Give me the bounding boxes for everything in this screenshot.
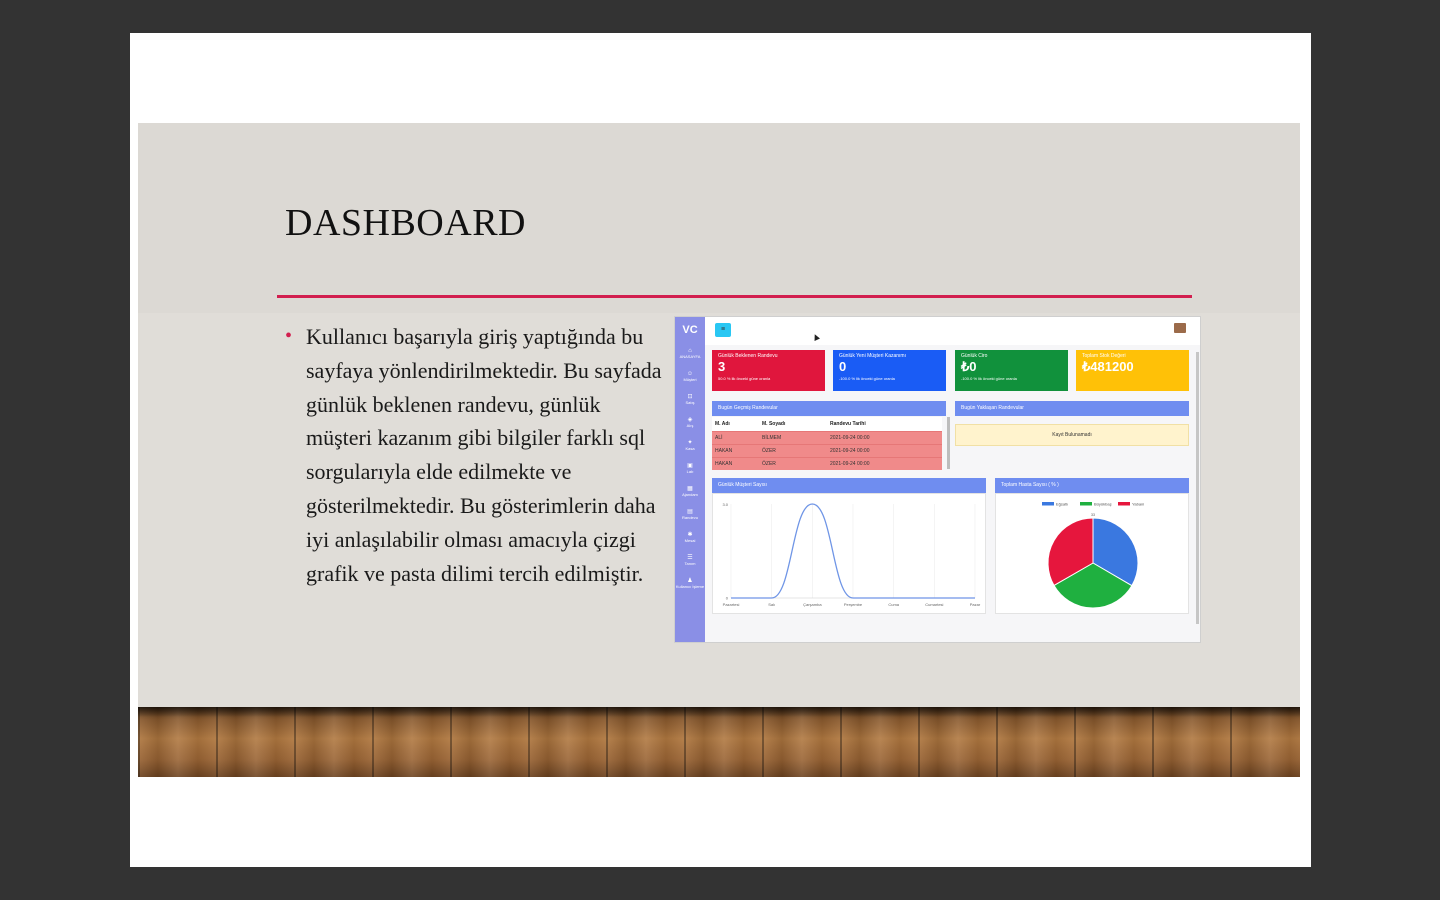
sidebar-item-label: Alış bbox=[686, 423, 694, 428]
past-appointments-header: Bugün Geçmiş Randevular bbox=[712, 401, 946, 416]
sidebar-item-label: Kullanıcı İşleme bbox=[675, 584, 705, 589]
sidebar-item-4[interactable]: ✦ Kasa bbox=[675, 440, 705, 451]
x-tick-label: Perşembe bbox=[844, 602, 863, 607]
table-cell: HAKAN bbox=[715, 448, 733, 454]
legend-swatch bbox=[1118, 502, 1130, 506]
upcoming-appointments-title: Bugün Yaklaşan Randevular bbox=[961, 405, 1024, 411]
card-note: -100.0 % lik önceki güne oranla bbox=[839, 376, 895, 381]
mouse-cursor-icon bbox=[812, 333, 820, 341]
dashboard-sidebar: VC ⌂ ANASAYFA ☺ Müşteri ⊡ Satış ◈ Alış ✦ Kasa ▣ Lab… bbox=[675, 317, 705, 642]
sidebar-item-8[interactable]: ✱ Mesai bbox=[675, 532, 705, 543]
card-value: 0 bbox=[839, 359, 847, 374]
pie-chart-header: Toplam Hasta Sayısı ( % ) bbox=[995, 478, 1189, 493]
past-appointments-title: Bugün Geçmiş Randevular bbox=[718, 405, 778, 411]
dashboard-logo: VC bbox=[682, 324, 698, 336]
table-cell: ALİ bbox=[715, 435, 723, 441]
bullet-text: Kullanıcı başarıyla giriş yaptığında bu … bbox=[306, 324, 662, 586]
card-value: 3 bbox=[718, 359, 726, 374]
slide-title: DASHBOARD bbox=[285, 202, 526, 244]
pie-chart-panel: Eğsatlı Büyükbaş Yabani 33 bbox=[995, 493, 1189, 614]
bullet-dot-icon: • bbox=[285, 325, 293, 347]
card-value: ₺0 bbox=[961, 359, 977, 374]
y-tick-label: 0 bbox=[726, 596, 729, 601]
x-tick-label: Cumartesi bbox=[925, 602, 943, 607]
table-row: ALİ BİLMEM 2021-09-24 00:00 bbox=[712, 431, 942, 444]
sidebar-item-9[interactable]: ☰ Tanım bbox=[675, 555, 705, 566]
table-cell: ÖZER bbox=[762, 448, 776, 454]
x-tick-label: Çarşamba bbox=[803, 602, 822, 607]
sidebar-item-label: Randevu bbox=[681, 515, 698, 520]
legend-label: Eğsatlı bbox=[1056, 502, 1068, 507]
table-cell: HAKAN bbox=[715, 461, 733, 467]
card-new-customers: Günlük Yeni Müşteri Kazanımı 0 -100.0 % … bbox=[833, 350, 946, 391]
title-divider bbox=[277, 295, 1192, 298]
past-appointments-table: M. Adı M. Soyadı Randevu Tarihi ALİ BİLM… bbox=[712, 417, 942, 470]
upcoming-appointments-header: Bugün Yaklaşan Randevular bbox=[955, 401, 1189, 416]
legend-swatch bbox=[1080, 502, 1092, 506]
card-daily-revenue: Günlük Ciro ₺0 -100.0 % lik önceki güne … bbox=[955, 350, 1068, 391]
table-scrollbar bbox=[947, 417, 950, 469]
sidebar-item-10[interactable]: ♟ Kullanıcı İşleme bbox=[675, 578, 705, 589]
legend-label: Büyükbaş bbox=[1094, 502, 1112, 507]
table-cell: BİLMEM bbox=[762, 435, 782, 441]
dashboard-screenshot: VC ⌂ ANASAYFA ☺ Müşteri ⊡ Satış ◈ Alış ✦ Kasa ▣ Lab… bbox=[674, 316, 1201, 643]
empty-state-message: Kayıt Bulunamadı bbox=[955, 424, 1189, 446]
card-stock-value: Toplam Stok Değeri ₺481200 bbox=[1076, 350, 1189, 391]
x-tick-label: Salı bbox=[768, 602, 775, 607]
column-header: M. Adı bbox=[715, 421, 730, 427]
line-chart: Pazartesi Salı Çarşamba Perşembe Cuma Cumarte… bbox=[722, 502, 981, 607]
slide-page: DASHBOARD • Kullanıcı başarıyla giriş ya… bbox=[130, 33, 1311, 867]
sidebar-item-label: Müşteri bbox=[683, 377, 697, 382]
table-cell: 2021-09-24 00:00 bbox=[830, 461, 870, 467]
sidebar-item-3[interactable]: ◈ Alış bbox=[675, 417, 705, 428]
table-cell: ÖZER bbox=[762, 461, 776, 467]
sidebar-item-5[interactable]: ▣ Lab bbox=[675, 463, 705, 474]
pie-chart: Eğsatlı Büyükbaş Yabani 33 bbox=[1042, 502, 1144, 609]
avatar bbox=[1174, 323, 1186, 333]
line-chart-header: Günlük Müşteri Sayısı bbox=[712, 478, 986, 493]
sidebar-item-label: Satış bbox=[685, 400, 695, 405]
card-expected-appointments: Günlük Beklenen Randevu 3 50.0 % lik önc… bbox=[712, 350, 825, 391]
line-chart-title: Günlük Müşteri Sayısı bbox=[718, 482, 767, 488]
page-scrollbar bbox=[1196, 352, 1199, 624]
x-tick-label: Pazar bbox=[970, 602, 981, 607]
sidebar-item-7[interactable]: ▤ Randevu bbox=[675, 509, 705, 520]
sidebar-item-6[interactable]: ▦ Ajandam bbox=[675, 486, 705, 497]
dashboard-topbar: ≡ bbox=[705, 317, 1200, 345]
line-chart-panel: Pazartesi Salı Çarşamba Perşembe Cuma Cumarte… bbox=[712, 493, 986, 614]
sidebar-item-label: ANASAYFA bbox=[679, 354, 701, 359]
bullet-paragraph: • Kullanıcı başarıyla giriş yaptığında b… bbox=[285, 320, 665, 590]
sidebar-item-2[interactable]: ⊡ Satış bbox=[675, 394, 705, 405]
menu-toggle-icon: ≡ bbox=[715, 323, 731, 337]
sidebar-item-label: Ajandam bbox=[682, 492, 698, 497]
card-note: -100.0 % lik önceki güne oranla bbox=[961, 376, 1017, 381]
column-header: M. Soyadı bbox=[762, 421, 786, 427]
legend-label: Yabani bbox=[1132, 502, 1144, 507]
slice-data-label: 33 bbox=[1091, 513, 1095, 517]
card-value: ₺481200 bbox=[1082, 359, 1134, 374]
table-cell: 2021-09-24 00:00 bbox=[830, 448, 870, 454]
sidebar-item-0[interactable]: ⌂ ANASAYFA bbox=[675, 348, 705, 359]
y-tick-label: 3.0 bbox=[722, 502, 728, 507]
sidebar-item-1[interactable]: ☺ Müşteri bbox=[675, 371, 705, 382]
sidebar-item-label: Kasa bbox=[685, 446, 695, 451]
x-tick-label: Cuma bbox=[888, 602, 899, 607]
table-header-row: M. Adı M. Soyadı Randevu Tarihi bbox=[712, 417, 942, 431]
pie-chart-title: Toplam Hasta Sayısı ( % ) bbox=[1001, 482, 1059, 488]
sidebar-item-label: Mesai bbox=[684, 538, 696, 543]
sidebar-item-label: Lab bbox=[686, 469, 694, 474]
legend-swatch bbox=[1042, 502, 1054, 506]
table-cell: 2021-09-24 00:00 bbox=[830, 435, 870, 441]
wooden-floor-decoration bbox=[138, 707, 1300, 777]
sidebar-item-label: Tanım bbox=[684, 561, 696, 566]
card-note: 50.0 % lik önceki güne oranla bbox=[718, 376, 771, 381]
table-row: HAKAN ÖZER 2021-09-24 00:00 bbox=[712, 457, 942, 470]
table-row: HAKAN ÖZER 2021-09-24 00:00 bbox=[712, 444, 942, 457]
column-header: Randevu Tarihi bbox=[830, 421, 866, 427]
x-tick-label: Pazartesi bbox=[723, 602, 740, 607]
